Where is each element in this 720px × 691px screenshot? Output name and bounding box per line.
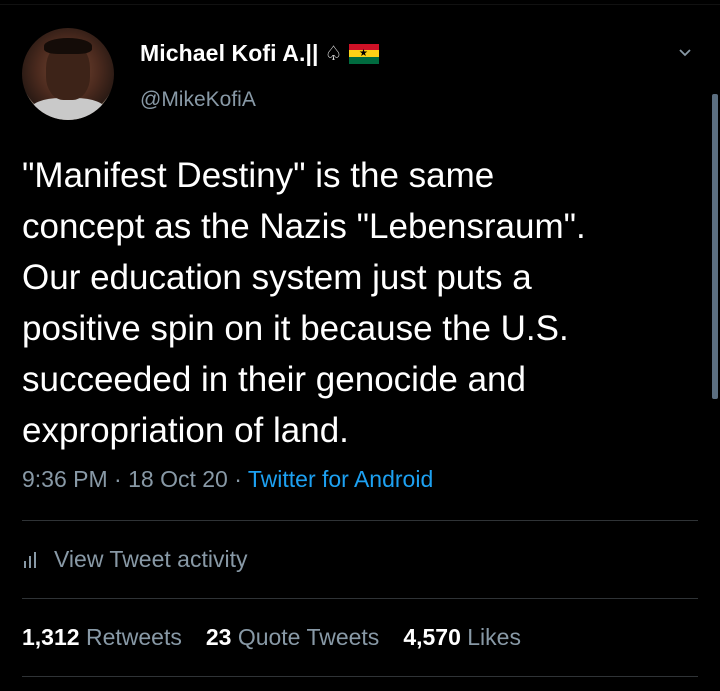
activity-label: View Tweet activity xyxy=(54,546,248,572)
tweet-source-link[interactable]: Twitter for Android xyxy=(248,466,433,492)
tweet-stats: 1,312 Retweets 23 Quote Tweets 4,570 Lik… xyxy=(22,624,521,651)
quotes-count: 23 xyxy=(205,624,232,650)
flag-star-icon: ★ xyxy=(359,47,368,59)
avatar-hair xyxy=(44,38,92,54)
top-border xyxy=(0,4,720,5)
meta-separator: · xyxy=(227,466,248,492)
tweet-date[interactable]: 18 Oct 20 xyxy=(128,466,228,492)
likes-stat[interactable]: 4,570 Likes xyxy=(403,624,521,651)
avatar[interactable] xyxy=(22,28,114,120)
ghana-flag-icon: ★ xyxy=(348,43,379,64)
bar-chart-icon xyxy=(24,551,36,568)
divider xyxy=(22,676,698,677)
retweets-stat[interactable]: 1,312 Retweets xyxy=(22,624,182,651)
user-handle[interactable]: @MikeKofiA xyxy=(140,88,256,112)
meta-separator: · xyxy=(107,466,129,492)
author-name-row[interactable]: Michael Kofi A.|| ♤ ★ xyxy=(140,40,379,67)
retweets-count: 1,312 xyxy=(22,624,80,650)
quote-tweets-stat[interactable]: 23 Quote Tweets xyxy=(206,624,379,651)
divider xyxy=(22,598,698,599)
retweets-label: Retweets xyxy=(85,624,182,650)
spade-icon: ♤ xyxy=(324,42,343,65)
scrollbar[interactable] xyxy=(712,94,718,399)
tweet-time[interactable]: 9:36 PM xyxy=(22,466,108,492)
display-name[interactable]: Michael Kofi A.|| xyxy=(140,40,319,67)
view-tweet-activity-button[interactable]: View Tweet activity xyxy=(22,546,247,573)
tweet-text: "Manifest Destiny" is the same concept a… xyxy=(22,156,586,450)
likes-label: Likes xyxy=(467,624,521,650)
chevron-down-icon[interactable] xyxy=(678,46,692,60)
avatar-shirt xyxy=(30,98,106,120)
divider xyxy=(22,520,698,521)
tweet-meta: 9:36 PM · 18 Oct 20 · Twitter for Androi… xyxy=(22,466,433,493)
likes-count: 4,570 xyxy=(403,624,461,650)
quotes-label: Quote Tweets xyxy=(237,624,380,650)
